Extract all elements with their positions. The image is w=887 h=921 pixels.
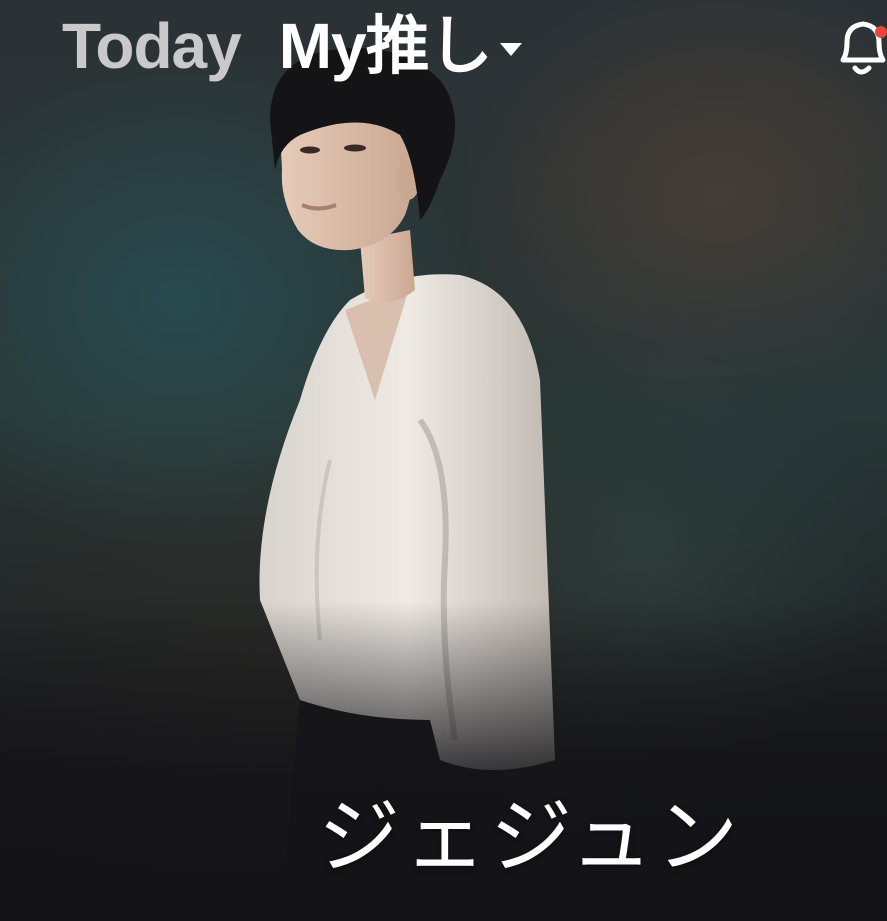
tab-my-oshi-label: My推し: [278, 10, 493, 82]
artist-name: ジェジュン: [318, 790, 743, 885]
caret-down-icon[interactable]: [499, 42, 522, 56]
oshi-feature-screen: Today My推し ジェジュン: [0, 0, 887, 921]
bell-icon: [840, 21, 887, 75]
unread-badge: [875, 26, 887, 38]
top-tab-bar: Today My推し: [62, 10, 522, 82]
notification-button[interactable]: [835, 14, 887, 82]
tab-today[interactable]: Today: [62, 10, 242, 82]
tab-my-oshi[interactable]: My推し: [279, 10, 522, 82]
